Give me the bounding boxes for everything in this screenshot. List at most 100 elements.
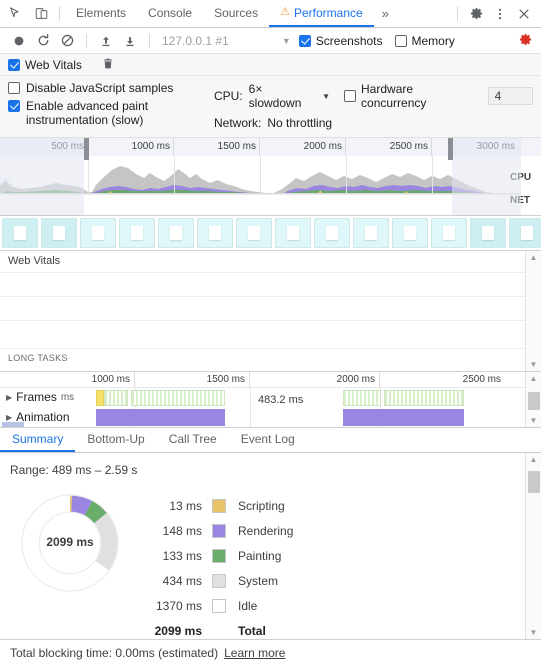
screenshot-thumbnail[interactable]: [2, 218, 38, 248]
scroll-up-icon[interactable]: ▲: [530, 455, 538, 464]
capture-settings-gear-icon[interactable]: [518, 32, 533, 50]
timeline-tracks[interactable]: Web Vitals LONG TASKS ▲ ▼: [0, 251, 541, 372]
overview-window-handle-left[interactable]: [84, 138, 89, 160]
device-toolbar-icon[interactable]: [32, 5, 50, 23]
screenshot-thumbnail[interactable]: [197, 218, 233, 248]
learn-more-link[interactable]: Learn more: [224, 646, 285, 660]
more-options-icon[interactable]: [489, 3, 511, 25]
screenshot-thumbnail[interactable]: [158, 218, 194, 248]
advanced-paint-checkbox[interactable]: Enable advanced paint instrumentation (s…: [8, 99, 214, 127]
frame-bar-dropped[interactable]: [96, 390, 104, 406]
legend-row-scripting[interactable]: 13 ms Scripting: [140, 493, 293, 518]
disable-js-samples-checkbox-box[interactable]: [8, 82, 20, 94]
flame-row-animation[interactable]: ▶ Animation: [0, 408, 525, 428]
close-icon[interactable]: [513, 3, 535, 25]
upload-profile-button[interactable]: [95, 30, 117, 52]
screenshots-checkbox-box[interactable]: [298, 34, 311, 47]
frame-bars-group[interactable]: [343, 390, 381, 406]
tab-bottom-up[interactable]: Bottom-Up: [75, 428, 156, 452]
delete-icon[interactable]: [102, 57, 114, 73]
tab-console[interactable]: Console: [137, 0, 203, 27]
frames-row-label[interactable]: ▶ Frames ms: [6, 390, 74, 404]
screenshot-thumbnail[interactable]: [470, 218, 506, 248]
tab-event-log[interactable]: Event Log: [229, 428, 307, 452]
legend-row-painting[interactable]: 133 ms Painting: [140, 543, 293, 568]
animation-bar[interactable]: [343, 409, 464, 426]
screenshot-thumbnail[interactable]: [509, 218, 541, 248]
web-vitals-checkbox[interactable]: Web Vitals: [8, 58, 82, 72]
hardware-concurrency-checkbox[interactable]: Hardware concurrency: [344, 82, 480, 110]
screenshot-thumbnail[interactable]: [236, 218, 272, 248]
screenshot-thumbnail[interactable]: [275, 218, 311, 248]
tab-performance-label: Performance: [293, 5, 363, 20]
screenshot-thumbnail[interactable]: [119, 218, 155, 248]
advanced-paint-checkbox-box[interactable]: [8, 100, 20, 112]
tab-elements[interactable]: Elements: [65, 0, 137, 27]
scroll-up-icon[interactable]: ▲: [530, 253, 538, 262]
screenshot-thumbnail[interactable]: [41, 218, 77, 248]
tab-call-tree[interactable]: Call Tree: [157, 428, 229, 452]
scroll-down-icon[interactable]: ▼: [530, 416, 538, 425]
tab-console-label: Console: [148, 5, 193, 20]
screenshot-thumbnail[interactable]: [314, 218, 350, 248]
disable-js-samples-checkbox[interactable]: Disable JavaScript samples: [8, 81, 214, 95]
legend-row-rendering[interactable]: 148 ms Rendering: [140, 518, 293, 543]
expand-triangle-icon[interactable]: ▶: [6, 413, 12, 422]
download-profile-button[interactable]: [119, 30, 141, 52]
network-throttling-select[interactable]: No throttling: [267, 116, 332, 130]
thumbnail-page-icon: [92, 226, 104, 240]
scroll-down-icon[interactable]: ▼: [530, 360, 538, 369]
scroll-up-icon[interactable]: ▲: [530, 374, 538, 383]
screenshot-thumbnail[interactable]: [80, 218, 116, 248]
animation-bar[interactable]: [96, 409, 225, 426]
tab-performance[interactable]: ⚠ Performance: [269, 0, 374, 27]
more-tabs-icon[interactable]: »: [374, 0, 397, 27]
summary-scroll-thumb[interactable]: [528, 471, 540, 493]
overview-window-handle-right[interactable]: [448, 138, 453, 160]
scroll-down-icon[interactable]: ▼: [530, 628, 538, 637]
tab-summary[interactable]: Summary: [0, 428, 76, 452]
screenshot-thumbnail[interactable]: [431, 218, 467, 248]
memory-label: Memory: [411, 33, 455, 48]
tab-sources[interactable]: Sources: [203, 0, 269, 27]
hardware-concurrency-input[interactable]: 4: [487, 87, 533, 105]
memory-checkbox[interactable]: Memory: [394, 33, 455, 48]
flamechart-scroll-thumb[interactable]: [528, 392, 540, 410]
tabbar-divider: [59, 6, 60, 21]
frame-duration-label: 483.2 ms: [258, 394, 304, 406]
frame-bars-group[interactable]: [104, 390, 128, 406]
legend-value-total: 2099 ms: [154, 623, 202, 638]
legend-swatch-painting: [212, 548, 226, 563]
inspect-element-icon[interactable]: [6, 5, 24, 23]
tracks-vertical-scrollbar[interactable]: ▲ ▼: [525, 251, 541, 371]
legend-swatch-idle: [212, 598, 226, 613]
flame-row-frames[interactable]: ▶ Frames ms 483.2 ms: [0, 388, 525, 408]
toolbar-divider-1: [86, 33, 87, 48]
web-vitals-row: Web Vitals: [0, 54, 541, 76]
legend-row-system[interactable]: 434 ms System: [140, 568, 293, 593]
clear-recording-button[interactable]: [56, 30, 78, 52]
screenshots-checkbox[interactable]: Screenshots: [298, 34, 383, 48]
expand-triangle-icon[interactable]: ▶: [6, 393, 12, 402]
flamechart-horizontal-scrollbar[interactable]: [2, 422, 24, 427]
track-long-tasks[interactable]: LONG TASKS: [0, 349, 525, 371]
chevron-down-icon: ▼: [322, 91, 331, 101]
hardware-concurrency-checkbox-box[interactable]: [344, 90, 357, 102]
track-web-vitals[interactable]: Web Vitals: [0, 251, 525, 273]
gear-icon[interactable]: [465, 3, 487, 25]
timeline-flamechart[interactable]: 1000 ms 1500 ms 2000 ms 2500 ms ▶ Frames…: [0, 372, 541, 428]
timeline-overview[interactable]: 500 ms 1000 ms 1500 ms 2000 ms 2500 ms 3…: [0, 138, 541, 216]
cpu-throttling-select[interactable]: 6× slowdown ▼: [249, 82, 330, 110]
web-vitals-checkbox-box[interactable]: [8, 58, 20, 71]
screenshot-thumbnail[interactable]: [392, 218, 428, 248]
legend-row-idle[interactable]: 1370 ms Idle: [140, 593, 293, 618]
memory-checkbox-box[interactable]: [394, 34, 407, 47]
frame-bars-group[interactable]: [131, 390, 225, 406]
screenshot-filmstrip[interactable]: [0, 216, 541, 251]
record-button[interactable]: [8, 30, 30, 52]
screenshot-thumbnail[interactable]: [353, 218, 389, 248]
thumbnail-page-icon: [53, 226, 65, 240]
reload-and-record-button[interactable]: [32, 30, 54, 52]
frame-bars-group[interactable]: [384, 390, 464, 406]
recording-target-caret-icon[interactable]: ▼: [282, 36, 291, 46]
